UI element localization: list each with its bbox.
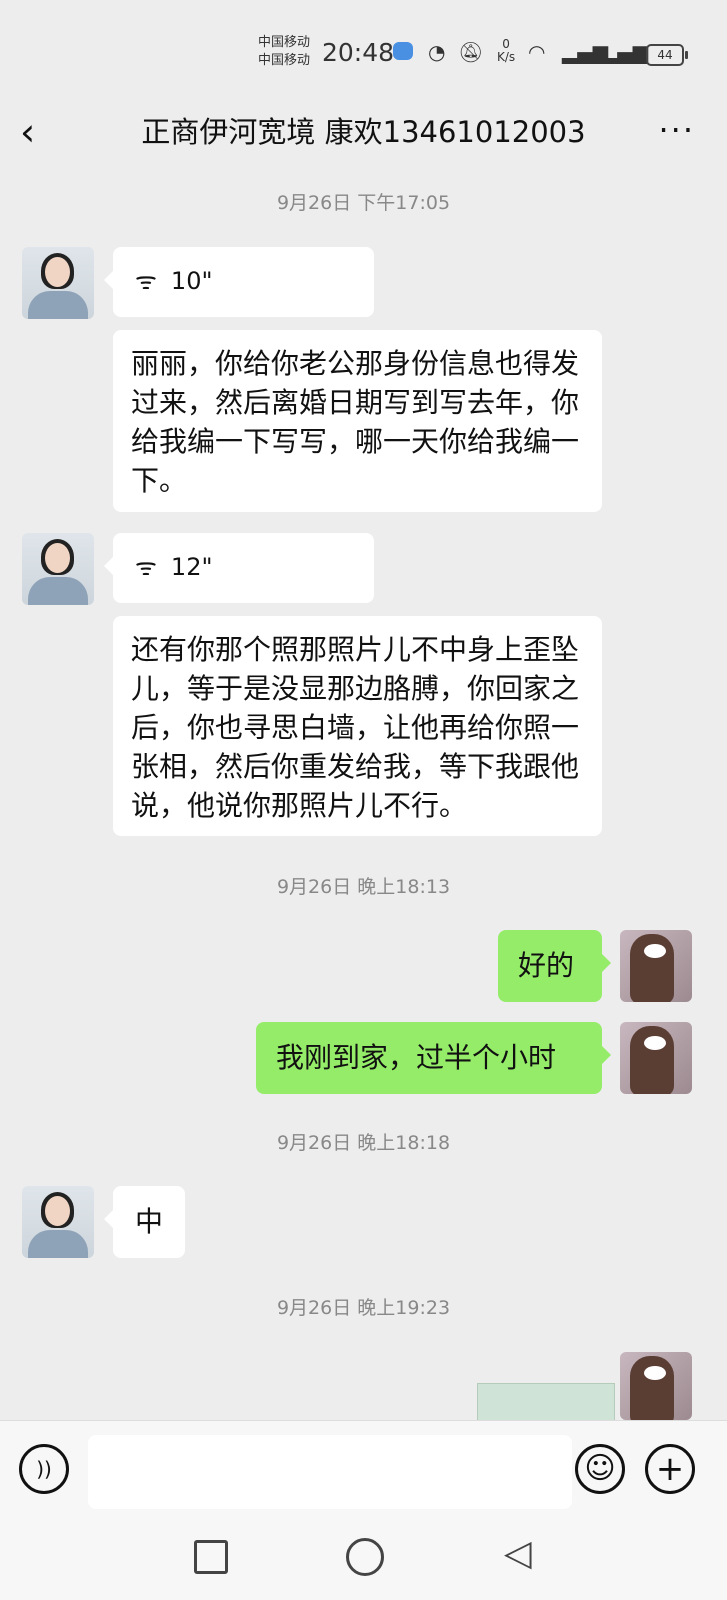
my-avatar[interactable] [620,1352,692,1420]
mute-bell-icon: 🔕︎ [458,40,484,64]
more-options-icon[interactable]: ··· [658,108,695,152]
voice-duration: 12" [170,553,213,581]
timestamp: 9月26日 晚上18:18 [276,1132,451,1154]
sent-message[interactable]: 好的 [498,930,611,1002]
voice-message[interactable]: ᯤ 10" [104,247,374,317]
carrier-2: 中国移动 [258,53,311,68]
recent-apps-icon[interactable] [194,1540,228,1574]
system-navigation-bar: ◁ [0,1520,727,1600]
voice-input-icon[interactable]: )) [19,1444,69,1494]
contact-avatar[interactable] [22,533,94,605]
status-bar: 中国移动 中国移动 20:48 ◔ 🔕︎ 0 K/s ◠ ▂▄▆ ▂▄▆ 44 [0,0,727,92]
text-message[interactable]: 丽丽，你给你老公那身份信息也得发过来，然后离婚日期写到写去年，你给我编一下写写，… [113,330,602,512]
chat-header: ‹ 正商伊河宽境 康欢13461012003 ··· [0,92,727,174]
timestamp: 9月26日 晚上19:23 [276,1297,451,1319]
timestamp: 9月26日 下午17:05 [276,192,451,214]
input-bar: )) ☺ + [0,1420,727,1521]
home-icon[interactable] [346,1538,384,1576]
network-speed: 0 K/s [497,38,515,64]
voice-wave-icon: ᯤ [135,553,157,581]
text-message[interactable]: 中 [104,1186,185,1258]
back-icon[interactable]: ‹ [20,110,60,154]
voice-message[interactable]: ᯤ 12" [104,533,374,603]
chat-title: 正商伊河宽境 康欢13461012003 [141,115,586,149]
sent-message[interactable]: 我刚到家，过半个小时 [256,1022,611,1094]
plus-icon[interactable]: + [645,1444,695,1494]
timestamp: 9月26日 晚上18:13 [276,876,451,898]
battery-icon: 44 [646,44,688,66]
voice-wave-icon: ᯤ [135,267,157,295]
cloud-app-icon [393,42,413,60]
message-input[interactable] [88,1435,572,1509]
contact-avatar[interactable] [22,1186,94,1258]
my-avatar[interactable] [620,1022,692,1094]
emoji-icon[interactable]: ☺ [575,1444,625,1494]
speed-unit: K/s [497,50,516,64]
wifi-icon: ◠ [528,40,546,64]
image-attachment[interactable] [477,1383,615,1425]
contact-avatar[interactable] [22,247,94,319]
system-back-icon[interactable]: ◁ [504,1536,532,1572]
speedometer-icon: ◔ [428,40,446,64]
my-avatar[interactable] [620,930,692,1002]
voice-duration: 10" [170,267,213,295]
signal-icon-2: ▂▄▆ [602,40,649,64]
carrier-label: 中国移动 中国移动 [258,34,310,70]
carrier-1: 中国移动 [258,35,311,50]
status-clock: 20:48 [322,38,395,67]
text-message[interactable]: 还有你那个照那照片儿不中身上歪坠儿，等于是没显那边胳膊，你回家之后，你也寻思白墙… [113,616,602,836]
